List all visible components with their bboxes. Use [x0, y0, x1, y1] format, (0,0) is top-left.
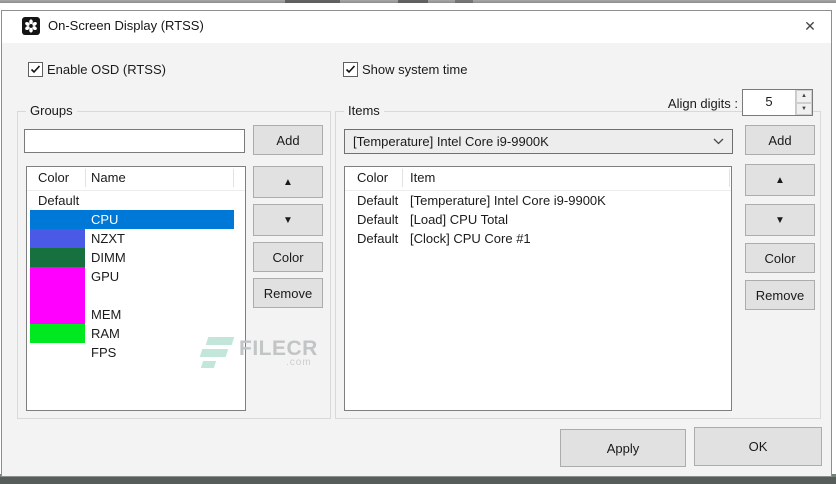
items-list[interactable]: Color Item Default [Temperature] Intel C… — [344, 166, 732, 411]
check-icon — [30, 65, 41, 74]
fan-icon — [22, 17, 40, 35]
enable-osd-checkbox[interactable] — [28, 62, 43, 77]
group-row[interactable]: Default — [30, 191, 234, 210]
item-row[interactable]: Default [Clock] CPU Core #1 — [345, 229, 731, 248]
group-row[interactable]: DIMM — [30, 248, 234, 267]
item-move-down-button[interactable]: ▼ — [745, 204, 815, 236]
sensor-dropdown-value: [Temperature] Intel Core i9-9900K — [353, 134, 549, 149]
column-divider — [402, 169, 403, 187]
chevron-down-icon — [713, 138, 724, 145]
column-header-name[interactable]: Name — [91, 167, 126, 189]
align-digits-label: Align digits : — [667, 96, 738, 111]
color-swatch — [30, 229, 85, 248]
item-remove-button[interactable]: Remove — [745, 280, 815, 310]
column-header-color[interactable]: Color — [357, 167, 388, 189]
groups-label: Groups — [26, 103, 77, 119]
group-row[interactable] — [30, 286, 234, 305]
item-add-button[interactable]: Add — [745, 125, 815, 155]
group-move-up-button[interactable]: ▲ — [253, 166, 323, 198]
column-divider — [233, 169, 234, 187]
osd-dialog: On-Screen Display (RTSS) ✕ Enable OSD (R… — [1, 10, 832, 477]
group-move-down-button[interactable]: ▼ — [253, 204, 323, 236]
column-divider — [729, 169, 730, 187]
group-row[interactable]: RAM — [30, 324, 234, 343]
title-bar[interactable]: On-Screen Display (RTSS) ✕ — [2, 11, 831, 43]
item-move-up-button[interactable]: ▲ — [745, 164, 815, 196]
column-divider — [85, 169, 86, 187]
group-color-button[interactable]: Color — [253, 242, 323, 272]
group-row[interactable]: MEM — [30, 305, 234, 324]
background-window-artifact — [398, 0, 428, 3]
groups-list-header: Color Name — [27, 167, 245, 191]
show-system-time-checkbox[interactable] — [343, 62, 358, 77]
group-row[interactable]: NZXT — [30, 229, 234, 248]
group-add-button[interactable]: Add — [253, 125, 323, 155]
close-button[interactable]: ✕ — [795, 13, 825, 40]
items-list-header: Color Item — [345, 167, 731, 191]
spinner-down-icon[interactable]: ▼ — [796, 102, 812, 115]
color-swatch — [30, 286, 85, 305]
sensor-dropdown[interactable]: [Temperature] Intel Core i9-9900K — [344, 129, 733, 154]
align-digits-value[interactable]: 5 — [743, 90, 795, 115]
ok-button[interactable]: OK — [694, 427, 822, 466]
check-icon — [345, 65, 356, 74]
item-row[interactable]: Default [Temperature] Intel Core i9-9900… — [345, 191, 731, 210]
align-digits-spinner[interactable]: 5 ▲ ▼ — [742, 89, 813, 116]
groups-list[interactable]: Color Name Default CPU NZXT DIMM GPU MEM… — [26, 166, 246, 411]
color-swatch — [30, 305, 85, 324]
background-window-artifact — [285, 0, 340, 3]
color-swatch — [30, 267, 85, 286]
column-header-item[interactable]: Item — [410, 167, 435, 189]
item-row[interactable]: Default [Load] CPU Total — [345, 210, 731, 229]
group-name-input[interactable] — [24, 129, 245, 153]
group-row[interactable]: GPU — [30, 267, 234, 286]
apply-button[interactable]: Apply — [560, 429, 686, 467]
color-swatch — [30, 248, 85, 267]
background-window-artifact — [455, 0, 473, 3]
window-title: On-Screen Display (RTSS) — [48, 18, 204, 33]
group-row[interactable]: FPS — [30, 343, 234, 362]
color-swatch — [30, 324, 85, 343]
column-header-color[interactable]: Color — [38, 167, 69, 189]
show-system-time-label: Show system time — [362, 62, 468, 77]
enable-osd-label: Enable OSD (RTSS) — [47, 62, 166, 77]
group-row-selected[interactable]: CPU — [30, 210, 234, 229]
spinner-up-icon[interactable]: ▲ — [796, 90, 812, 103]
items-label: Items — [344, 103, 384, 119]
item-color-button[interactable]: Color — [745, 243, 815, 273]
group-remove-button[interactable]: Remove — [253, 278, 323, 308]
